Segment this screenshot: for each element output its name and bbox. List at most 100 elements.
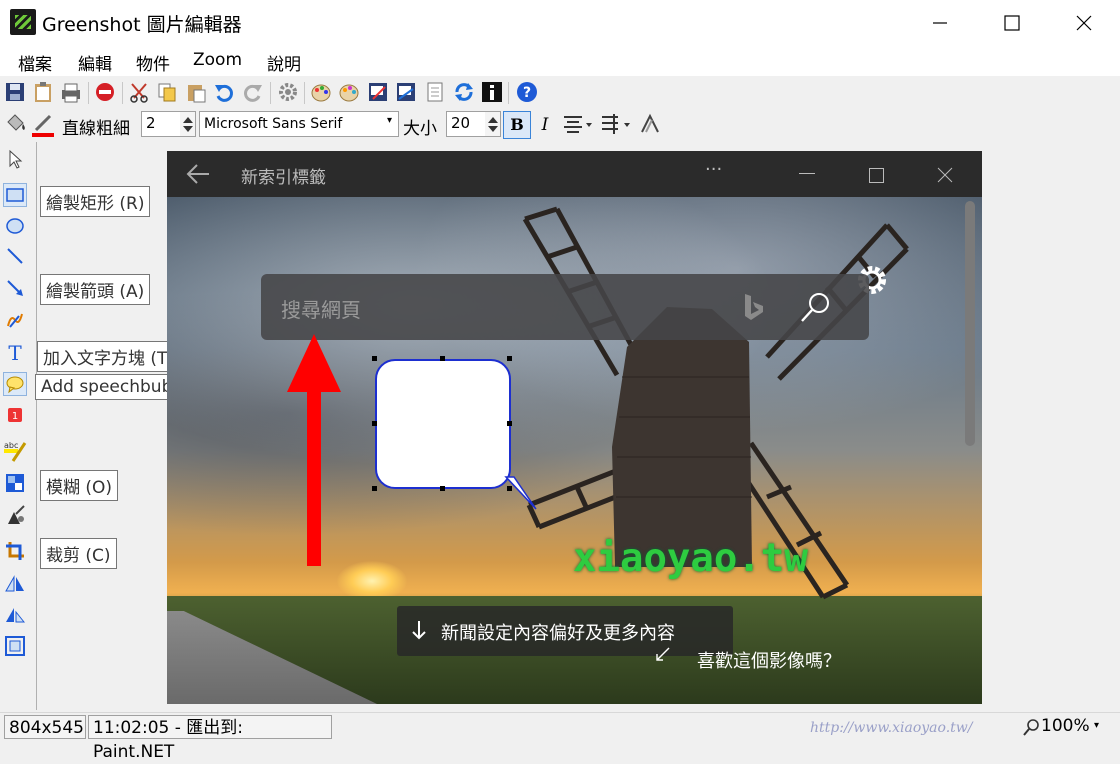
ellipse-tool-icon[interactable] [3,214,27,238]
zoom-dropdown-chevron-icon[interactable]: ▾ [1094,720,1099,731]
info-icon[interactable] [480,80,504,104]
print-icon[interactable] [59,80,83,104]
line-color-icon[interactable] [30,112,56,142]
save-icon[interactable] [3,80,27,104]
browser-maximize-icon[interactable] [869,168,884,183]
selection-handle[interactable] [372,356,377,361]
refresh-icon[interactable] [452,80,476,104]
selection-handle[interactable] [440,356,445,361]
bing-logo-icon [741,292,767,328]
selection-handle[interactable] [372,421,377,426]
arrow-down-icon [411,620,427,644]
like-image-text[interactable]: 喜歡這個影像嗎？ [697,647,841,673]
tooltip-rectangle: 繪製矩形 (R) [40,186,151,217]
font-size-input[interactable]: 20 [446,111,486,137]
menu-help[interactable]: 說明 [267,50,301,75]
export-status: 11:02:05 - 匯出到: Paint.NET [88,715,332,762]
watermark-text: xiaoyao.tw [573,536,808,581]
paste-icon[interactable] [184,80,208,104]
palette-alt-icon[interactable] [337,80,361,104]
crop-tool-icon[interactable] [3,539,27,563]
text-tool-icon[interactable]: T [3,340,27,364]
selection-handle[interactable] [507,421,512,426]
speechbubble-tail [504,476,537,510]
font-select[interactable]: Microsoft Sans Serif ▾ [199,111,399,137]
svg-text:abc: abc [4,441,18,450]
svg-text:1: 1 [12,411,18,422]
menu-file[interactable]: 檔案 [18,50,52,75]
speechbubble-annotation[interactable] [375,359,511,489]
minimize-icon [933,22,947,24]
blur-tool-icon[interactable] [3,471,27,495]
counter-tool-icon[interactable]: 1 [3,403,27,427]
obfuscate-tool-icon[interactable] [3,503,27,527]
rotate-icon[interactable] [394,80,418,104]
svg-text:?: ? [523,85,531,101]
news-settings-text: 新聞設定內容偏好及更多內容 [441,623,675,644]
select-cursor-icon[interactable] [3,147,27,171]
selection-handle[interactable] [440,486,445,491]
menu-zoom[interactable]: Zoom [193,50,242,70]
help-icon[interactable]: ? [515,80,539,104]
search-placeholder: 搜尋網頁 [281,298,361,322]
shadow-icon[interactable] [638,112,662,140]
browser-menu-dots[interactable]: ··· [705,159,722,180]
browser-close-icon[interactable] [937,167,953,187]
image-dimensions: 804x545 [4,715,86,739]
settings-gear-icon[interactable] [276,80,300,104]
italic-button[interactable]: I [533,111,557,139]
svg-text:T: T [8,341,22,363]
font-size-spinner[interactable] [485,111,501,137]
menu-object[interactable]: 物件 [136,50,170,75]
flip-horizontal-icon[interactable] [3,572,27,596]
zoom-icon [1022,717,1040,741]
web-search-box[interactable]: 搜尋網頁 [261,274,869,340]
copy-icon[interactable] [155,80,179,104]
arrow-tool-icon[interactable] [3,276,27,300]
fill-color-icon[interactable] [4,112,28,140]
selection-handle[interactable] [507,356,512,361]
freehand-tool-icon[interactable] [3,308,27,332]
line-tool-icon[interactable] [3,244,27,268]
image-canvas[interactable]: 新索引標籤 ··· 搜尋網頁 xiaoyao.tw 新聞設定內容偏好及更多內容 … [167,151,982,704]
redo-icon[interactable] [241,80,265,104]
news-settings-bar[interactable]: 新聞設定內容偏好及更多內容 [397,606,733,656]
clipboard-icon[interactable] [31,80,55,104]
title-bar: Greenshot 圖片編輯器 [0,0,1120,46]
highlight-tool-icon[interactable]: abc [3,439,27,463]
speechbubble-tool-icon[interactable] [3,372,27,396]
delete-icon[interactable] [93,80,117,104]
rectangle-tool-icon[interactable] [3,183,27,207]
menu-edit[interactable]: 編輯 [78,50,112,75]
resize-icon[interactable] [366,80,390,104]
tooltip-arrow: 繪製箭頭 (A) [40,274,151,305]
browser-minimize-icon[interactable] [799,173,815,174]
search-icon[interactable] [799,290,833,328]
close-button[interactable] [1048,0,1120,46]
window-title: Greenshot 圖片編輯器 [42,14,242,36]
zoom-level[interactable]: 100% [1041,716,1090,736]
auto-crop-icon[interactable] [3,634,27,658]
flip-vertical-icon[interactable] [3,603,27,627]
line-width-spinner[interactable] [180,111,196,137]
cut-icon[interactable] [127,80,151,104]
expand-icon[interactable] [654,645,674,667]
palette-icon[interactable] [309,80,333,104]
align-vertical-icon[interactable] [600,113,632,139]
close-icon [1076,15,1092,31]
red-annotation-arrow[interactable] [279,334,349,569]
tooltip-blur: 模糊 (O) [40,470,119,501]
bold-button[interactable]: B [503,111,531,139]
document-icon[interactable] [423,80,447,104]
selection-handle[interactable] [507,486,512,491]
site-watermark: http://www.xiaoyao.tw/ [810,720,973,736]
back-arrow-icon[interactable] [185,161,211,191]
minimize-button[interactable] [904,0,976,46]
line-width-label: 直線粗細 [62,119,130,139]
undo-icon[interactable] [212,80,236,104]
browser-scrollbar[interactable] [965,201,975,446]
maximize-button[interactable] [976,0,1048,46]
selection-handle[interactable] [372,486,377,491]
line-width-input[interactable]: 2 [141,111,181,137]
align-horizontal-icon[interactable] [562,113,594,139]
